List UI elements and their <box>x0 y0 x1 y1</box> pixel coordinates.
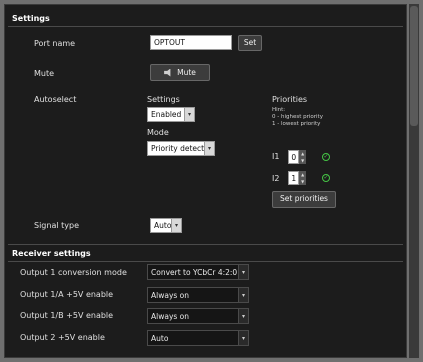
priority-i1-value[interactable]: 0 <box>288 150 300 164</box>
chevron-down-icon: ▾ <box>238 309 248 323</box>
output2-5v-label: Output 2 +5V enable <box>20 333 105 342</box>
signal-type-value: Auto <box>154 221 171 230</box>
receiver-divider <box>8 261 403 262</box>
speaker-mute-icon <box>164 68 171 77</box>
output1b-5v-select[interactable]: Always on ▾ <box>147 308 249 324</box>
autoselect-label: Autoselect <box>34 95 77 104</box>
port-name-input[interactable]: OPTOUT <box>150 35 232 50</box>
chevron-down-icon: ▾ <box>171 219 181 232</box>
priorities-hint-3: 1 - lowest priority <box>272 121 321 127</box>
autoselect-mode-label: Mode <box>147 128 169 137</box>
priority-i2-label: I2 <box>272 174 280 183</box>
output1-conversion-value: Convert to YCbCr 4:2:0 <box>151 267 238 277</box>
chevron-up-icon[interactable]: ▲ <box>299 150 306 157</box>
chevron-down-icon[interactable]: ▼ <box>299 178 306 185</box>
priority-i1-stepper[interactable]: 0 ▲ ▼ <box>288 150 306 164</box>
check-icon: ✓ <box>322 174 330 182</box>
priority-i2-value[interactable]: 1 <box>288 171 300 185</box>
autoselect-settings-select[interactable]: Enabled ▾ <box>147 107 195 122</box>
settings-title: Settings <box>12 14 50 23</box>
priority-i2-stepper[interactable]: 1 ▲ ▼ <box>288 171 306 185</box>
priorities-hint-1: Hint: <box>272 107 286 113</box>
chevron-up-icon[interactable]: ▲ <box>299 171 306 178</box>
receiver-divider-top <box>8 244 403 245</box>
check-icon: ✓ <box>322 153 330 161</box>
settings-panel <box>4 4 407 358</box>
output1b-5v-value: Always on <box>151 311 190 321</box>
chevron-down-icon: ▾ <box>238 288 248 302</box>
output1-conversion-label: Output 1 conversion mode <box>20 268 127 277</box>
output1a-5v-value: Always on <box>151 290 190 300</box>
signal-type-label: Signal type <box>34 221 79 230</box>
chevron-down-icon: ▾ <box>238 265 248 279</box>
chevron-down-icon: ▾ <box>238 331 248 345</box>
chevron-down-icon: ▾ <box>204 142 214 155</box>
scrollbar-thumb[interactable] <box>410 6 418 126</box>
chevron-down-icon[interactable]: ▼ <box>299 157 306 164</box>
port-name-set-button[interactable]: Set <box>238 35 262 51</box>
priorities-title: Priorities <box>272 95 308 104</box>
output2-5v-select[interactable]: Auto ▾ <box>147 330 249 346</box>
output1-conversion-select[interactable]: Convert to YCbCr 4:2:0 ▾ <box>147 264 249 280</box>
priorities-hint-2: 0 - highest priority <box>272 114 323 120</box>
autoselect-mode-value: Priority detect <box>151 144 204 153</box>
mute-button-label: Mute <box>177 67 196 77</box>
mute-label: Mute <box>34 69 55 78</box>
priority-i1-label: I1 <box>272 152 280 161</box>
autoselect-settings-value: Enabled <box>151 110 182 119</box>
signal-type-select[interactable]: Auto ▾ <box>150 218 182 233</box>
output1a-5v-label: Output 1/A +5V enable <box>20 290 114 299</box>
set-priorities-button[interactable]: Set priorities <box>272 191 336 208</box>
port-name-label: Port name <box>34 39 76 48</box>
receiver-title: Receiver settings <box>12 249 91 258</box>
autoselect-settings-label: Settings <box>147 95 180 104</box>
output1b-5v-label: Output 1/B +5V enable <box>20 311 114 320</box>
autoselect-mode-select[interactable]: Priority detect ▾ <box>147 141 215 156</box>
settings-divider <box>8 26 403 27</box>
output1a-5v-select[interactable]: Always on ▾ <box>147 287 249 303</box>
output2-5v-value: Auto <box>151 333 169 343</box>
chevron-down-icon: ▾ <box>184 108 194 121</box>
mute-button[interactable]: Mute <box>150 64 210 81</box>
